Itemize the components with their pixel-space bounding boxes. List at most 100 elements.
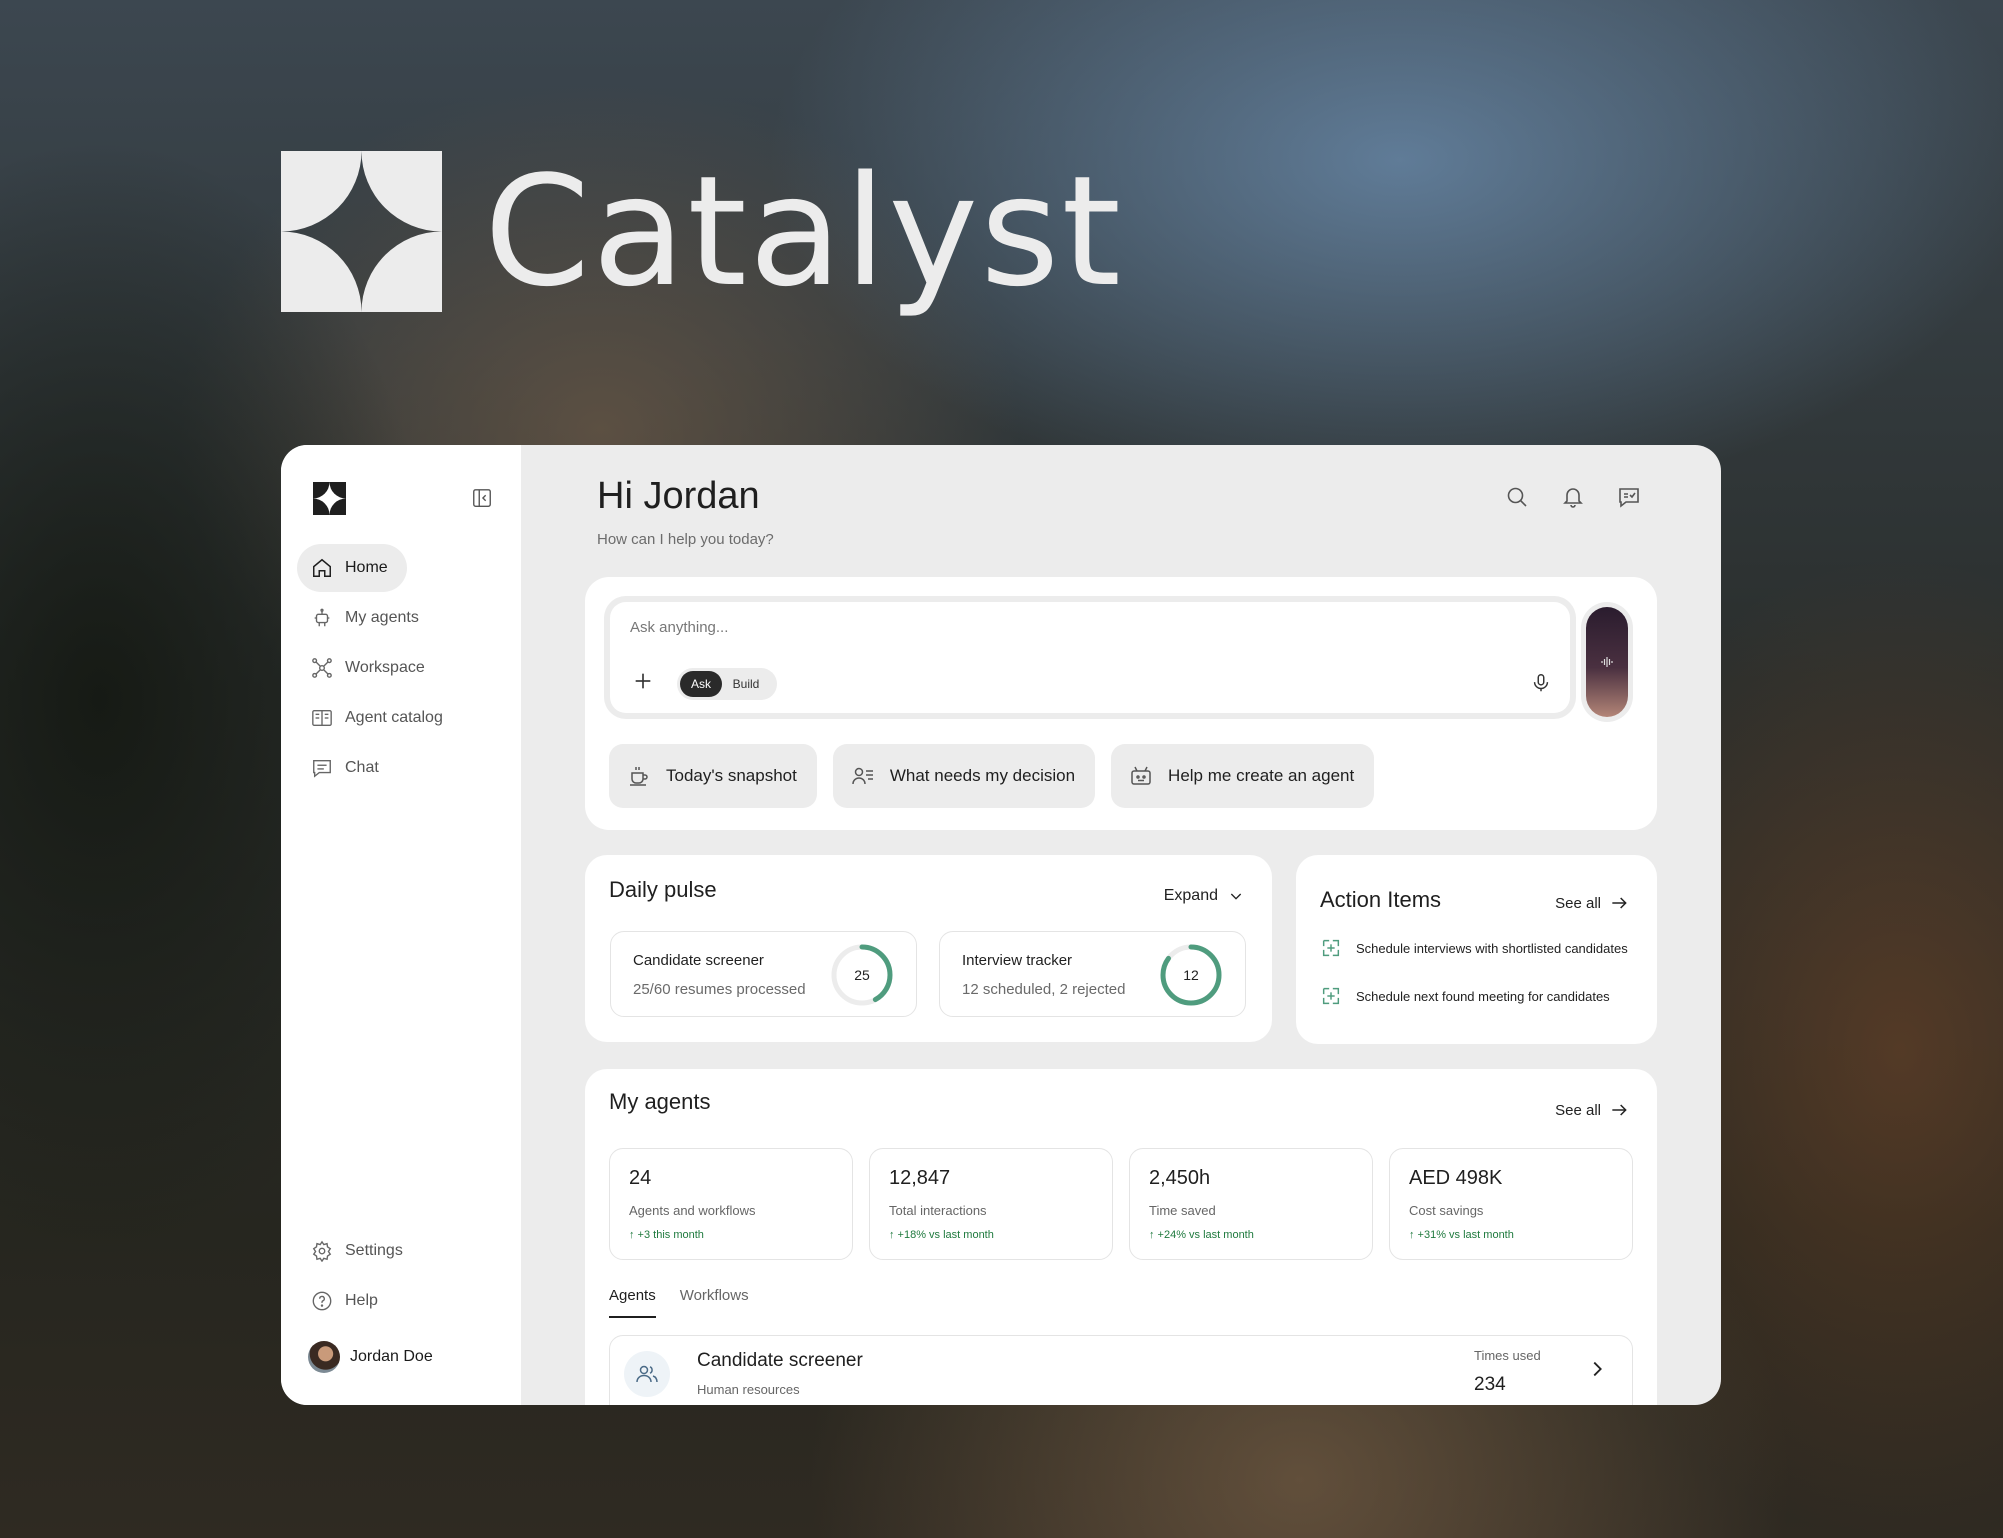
metric-title: Candidate screener: [633, 952, 764, 969]
action-item-text: Schedule interviews with shortlisted can…: [1356, 940, 1628, 956]
expand-button[interactable]: Expand: [1164, 887, 1244, 905]
avatar: [308, 1341, 340, 1373]
metric-card[interactable]: Candidate screener 25/60 resumes process…: [610, 931, 917, 1017]
my-agents-title: My agents: [609, 1089, 711, 1114]
calendar-add-icon: [1322, 987, 1340, 1005]
voice-mode-button[interactable]: [1586, 607, 1628, 717]
chip-label: What needs my decision: [889, 766, 1076, 785]
tab-agents[interactable]: Agents: [609, 1287, 656, 1318]
chip-help-create-agent[interactable]: Help me create an agent: [1111, 744, 1375, 808]
sidebar-item-label: Settings: [345, 1242, 403, 1259]
agent-name: Candidate screener: [697, 1350, 863, 1371]
suggestion-chips: Today's snapshot What needs my decision …: [609, 744, 1375, 808]
stat-card: AED 498K Cost savings ↑ +31% vs last mon…: [1389, 1148, 1633, 1260]
gear-icon: [312, 1240, 332, 1262]
notifications-button[interactable]: [1561, 485, 1585, 509]
ask-input[interactable]: [628, 618, 1492, 637]
sidebar-item-label: Agent catalog: [345, 709, 443, 726]
user-name: Jordan Doe: [350, 1348, 433, 1365]
stat-label: Time saved: [1149, 1203, 1216, 1218]
agent-category: Human resources: [697, 1382, 800, 1397]
main-content: Hi Jordan How can I help you today? Ask …: [521, 445, 1721, 1405]
sidebar-item-my-agents[interactable]: My agents: [297, 594, 507, 642]
brand-header: Catalyst: [281, 151, 1123, 312]
action-item[interactable]: Schedule next found meeting for candidat…: [1320, 985, 1628, 1007]
message-check-icon: [1619, 488, 1639, 508]
stat-value: 12,847: [889, 1167, 951, 1189]
agent-avatar: [624, 1351, 670, 1397]
chip-todays-snapshot[interactable]: Today's snapshot: [609, 744, 817, 808]
my-agents-see-all[interactable]: See all: [1555, 1100, 1629, 1120]
sidebar-bottom-nav: Settings Help: [297, 1227, 507, 1327]
bot-icon: [1131, 766, 1151, 785]
agent-row[interactable]: Candidate screener Human resources Times…: [609, 1335, 1633, 1405]
calendar-add-icon: [1322, 939, 1340, 957]
person-list-icon: [852, 767, 873, 785]
ask-card: Ask Build Today's snapshot What needs my…: [585, 577, 1657, 830]
see-all-label: See all: [1555, 894, 1601, 912]
sidebar-item-settings[interactable]: Settings: [297, 1227, 507, 1275]
microphone-icon[interactable]: [1530, 672, 1552, 694]
agents-tabs: Agents Workflows: [609, 1287, 749, 1318]
catalyst-logo-icon: [281, 151, 442, 312]
sidebar: Home My agents Workspace Agent catalog C…: [281, 445, 521, 1405]
sidebar-item-home[interactable]: Home: [297, 544, 407, 592]
waveform-icon: [1601, 657, 1613, 667]
sidebar-item-label: My agents: [345, 609, 419, 626]
search-button[interactable]: [1505, 485, 1529, 509]
action-items-card: Action Items See all Schedule interviews…: [1296, 855, 1657, 1044]
sidebar-item-agent-catalog[interactable]: Agent catalog: [297, 694, 507, 742]
stat-card: 2,450h Time saved ↑ +24% vs last month: [1129, 1148, 1373, 1260]
daily-pulse-title: Daily pulse: [609, 877, 717, 902]
expand-label: Expand: [1163, 887, 1218, 904]
stat-change: ↑ +18% vs last month: [889, 1229, 994, 1241]
tab-workflows[interactable]: Workflows: [680, 1287, 749, 1318]
users-icon: [636, 1365, 658, 1383]
catalyst-logo-icon[interactable]: [313, 482, 346, 515]
messages-button[interactable]: [1617, 485, 1641, 509]
ask-box: Ask Build: [610, 602, 1570, 713]
see-all-label: See all: [1555, 1101, 1601, 1119]
stat-label: Cost savings: [1409, 1203, 1484, 1218]
chevron-right-icon[interactable]: [1586, 1358, 1608, 1380]
daily-pulse-card: Daily pulse Expand Candidate screener 25…: [585, 855, 1272, 1042]
search-icon: [1507, 487, 1527, 507]
sidebar-item-workspace[interactable]: Workspace: [297, 644, 507, 692]
sidebar-item-label: Chat: [345, 759, 379, 776]
action-items-see-all[interactable]: See all: [1555, 893, 1629, 913]
chat-icon: [313, 759, 331, 778]
bell-icon: [1563, 488, 1583, 508]
stat-card: 24 Agents and workflows ↑ +3 this month: [609, 1148, 853, 1260]
sidebar-item-label: Home: [345, 559, 388, 576]
chip-what-needs-my-decision[interactable]: What needs my decision: [832, 744, 1096, 808]
user-profile[interactable]: Jordan Doe: [308, 1341, 433, 1373]
action-item[interactable]: Schedule interviews with shortlisted can…: [1320, 937, 1628, 959]
stat-change: ↑ +3 this month: [629, 1229, 704, 1241]
stat-change: ↑ +24% vs last month: [1149, 1229, 1254, 1241]
stat-value: 2,450h: [1149, 1167, 1211, 1189]
collapse-sidebar-icon[interactable]: [471, 487, 493, 509]
chip-label: Today's snapshot: [666, 766, 797, 785]
chevron-down-icon: [1230, 893, 1242, 900]
metric-value: 25: [854, 967, 870, 983]
stat-value: 24: [629, 1167, 652, 1189]
times-used-label: Times used: [1474, 1348, 1541, 1363]
mode-build-button[interactable]: Build: [722, 671, 770, 697]
stat-label: Agents and workflows: [629, 1203, 756, 1218]
page-subtitle: How can I help you today?: [597, 531, 774, 548]
chip-label: Help me create an agent: [1168, 766, 1355, 785]
action-item-text: Schedule next found meeting for candidat…: [1356, 988, 1610, 1004]
plus-icon[interactable]: [632, 670, 654, 692]
app-window: Home My agents Workspace Agent catalog C…: [281, 445, 1721, 1405]
mode-ask-button[interactable]: Ask: [680, 671, 722, 697]
my-agents-card: My agents See all 24 Agents and workflow…: [585, 1069, 1657, 1405]
sidebar-item-help[interactable]: Help: [297, 1277, 507, 1325]
metric-card[interactable]: Interview tracker 12 scheduled, 2 reject…: [939, 931, 1246, 1017]
sidebar-item-chat[interactable]: Chat: [297, 744, 507, 792]
mode-toggle: Ask Build: [677, 668, 777, 700]
stat-card: 12,847 Total interactions ↑ +18% vs last…: [869, 1148, 1113, 1260]
header-actions: [1505, 485, 1641, 509]
action-items-title: Action Items: [1320, 887, 1442, 912]
stat-change: ↑ +31% vs last month: [1409, 1229, 1514, 1241]
coffee-icon: [630, 767, 648, 786]
